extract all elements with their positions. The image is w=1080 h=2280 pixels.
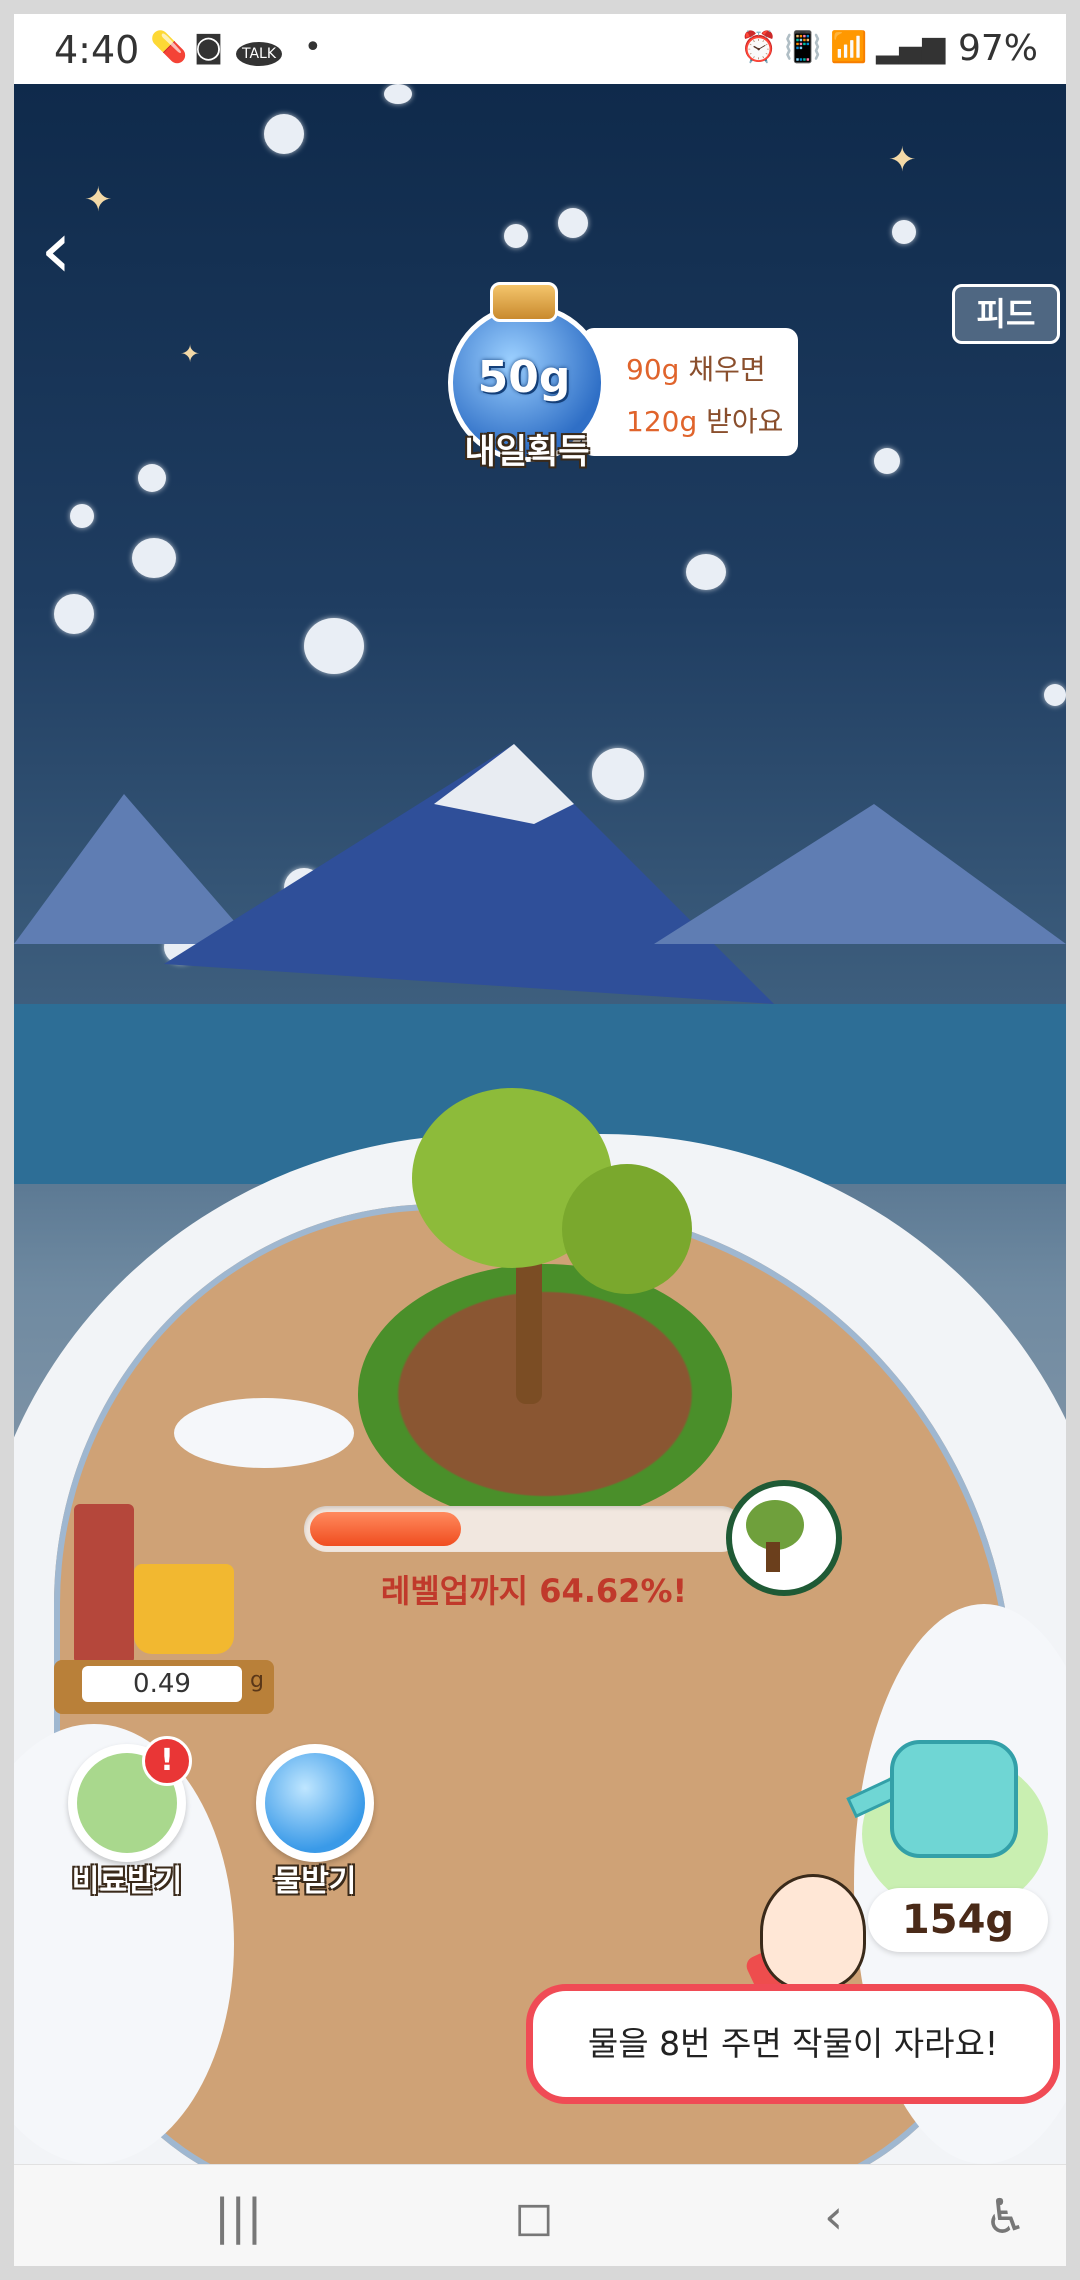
snowflake xyxy=(558,208,588,238)
snowflake xyxy=(384,84,412,104)
sparkle-icon: ✦ xyxy=(888,140,917,180)
reward-line2-value: 120g xyxy=(626,405,698,438)
water-dispenser[interactable]: 0.49 g xyxy=(54,1464,274,1714)
tree-icon-trunk xyxy=(766,1542,780,1572)
dot-icon: • xyxy=(304,30,322,65)
feed-button[interactable]: 피드 xyxy=(952,284,1060,344)
game-scene: ✦ ✦ ✦ ‹ 피드 90g 채우면 120g 받아요 50g 내일획득 레벨업… xyxy=(14,84,1066,2164)
reward-line-1: 90g 채우면 xyxy=(626,348,766,388)
talk-icon: TALK xyxy=(236,42,283,66)
reward-line1-text: 채우면 xyxy=(688,353,766,386)
wifi-icon: 📶 xyxy=(830,30,868,65)
pointing-hand-icon xyxy=(760,1874,866,1990)
reward-line2-text: 받아요 xyxy=(706,405,784,438)
fertilizer-button[interactable]: ! 비료받기 xyxy=(64,1736,192,1900)
snowflake xyxy=(54,594,94,634)
snowflake xyxy=(504,224,528,248)
snowflake xyxy=(892,220,916,244)
snowflake xyxy=(264,114,304,154)
system-nav-bar: ||| ◻ ‹ ♿ xyxy=(14,2164,1066,2266)
tree-crown-small xyxy=(562,1164,692,1294)
reward-info-card: 90g 채우면 120g 받아요 xyxy=(582,328,798,456)
snowflake xyxy=(70,504,94,528)
fertilizer-circle: ! xyxy=(68,1736,192,1862)
water-drop-icon xyxy=(265,1753,365,1853)
alert-badge: ! xyxy=(142,1736,192,1786)
app-icon: ◙ xyxy=(194,30,224,65)
vibrate-icon: 📳 xyxy=(784,30,822,65)
accessibility-button[interactable]: ♿ xyxy=(984,2189,1027,2245)
reward-line-2: 120g 받아요 xyxy=(626,400,783,440)
reward-label: 내일획득 xyxy=(464,432,590,472)
reward-line1-value: 90g xyxy=(626,353,680,386)
fertilizer-label: 비료받기 xyxy=(71,1864,183,1899)
hint-bubble: 물을 8번 주면 작물이 자라요! xyxy=(526,1984,1060,2104)
watering-can-icon xyxy=(890,1740,1018,1858)
app-frame: 4:40 💊 ◙ TALK • ⏰ 📳 📶 ▂▄▆ 97% ✦ ✦ ✦ ‹ 피드… xyxy=(14,14,1066,2266)
dispenser-reading: 0.49 xyxy=(82,1666,242,1702)
snowflake xyxy=(686,554,726,590)
bucket-icon xyxy=(134,1564,234,1654)
snowflake xyxy=(874,448,900,474)
home-button[interactable]: ◻ xyxy=(514,2189,554,2245)
battery-level: 97% xyxy=(957,28,1038,69)
level-progress-text: 레벨업까지 64.62%! xyxy=(380,1572,688,1610)
garden-bed[interactable] xyxy=(358,1264,732,1524)
alarm-icon: ⏰ xyxy=(740,30,778,65)
level-progress-bar xyxy=(304,1506,744,1552)
snow-patch xyxy=(174,1398,354,1468)
water-collect-circle xyxy=(256,1744,374,1862)
pill-icon: 💊 xyxy=(150,30,188,65)
back-button[interactable]: ‹ xyxy=(40,210,100,300)
recent-apps-button[interactable]: ||| xyxy=(214,2189,263,2245)
status-bar: 4:40 💊 ◙ TALK • ⏰ 📳 📶 ▂▄▆ 97% xyxy=(14,14,1066,84)
snowflake xyxy=(304,618,364,674)
reward-amount: 50g xyxy=(477,352,571,403)
status-time: 4:40 xyxy=(54,28,140,72)
snowflake xyxy=(132,538,176,578)
level-progress-fill xyxy=(310,1512,461,1546)
water-collect-label: 물받기 xyxy=(273,1864,357,1899)
water-collect-button[interactable]: 물받기 xyxy=(252,1744,378,1900)
snowflake xyxy=(138,464,166,492)
sparkle-icon: ✦ xyxy=(180,340,201,368)
water-amount: 154g xyxy=(868,1888,1048,1952)
jar-lid-icon xyxy=(490,282,558,322)
nav-back-button[interactable]: ‹ xyxy=(824,2189,843,2245)
dispenser-unit: g xyxy=(250,1668,264,1693)
brick-wall-icon xyxy=(74,1504,134,1664)
signal-icon: ▂▄▆ xyxy=(876,30,946,65)
